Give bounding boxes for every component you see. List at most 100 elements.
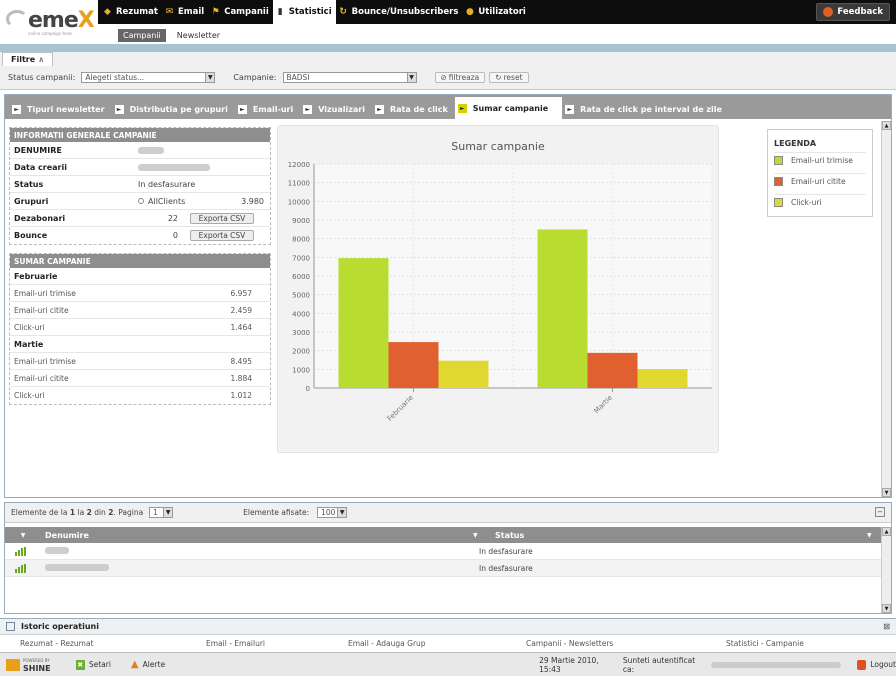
sub-nav: Campanii Newsletter bbox=[118, 29, 225, 42]
vertical-scrollbar[interactable]: ▲ ▼ bbox=[881, 121, 891, 497]
sort-icon[interactable]: ▼ bbox=[473, 532, 487, 539]
grid-header: ▼ Denumire ▼ Status ▼ bbox=[5, 527, 881, 543]
bar bbox=[438, 360, 489, 388]
alerts-link[interactable]: Alerte bbox=[143, 660, 165, 669]
info-row-data: Data crearii bbox=[10, 159, 270, 176]
page-select[interactable]: 1 ▼ bbox=[149, 507, 174, 518]
redacted-name bbox=[138, 146, 164, 154]
campaign-label: Campanie: bbox=[233, 73, 277, 82]
export-csv-button[interactable]: Exporta CSV bbox=[190, 230, 254, 241]
bar-chart-icon: ▮ bbox=[277, 7, 283, 17]
nav-statistici[interactable]: ▮ Statistici bbox=[272, 0, 336, 24]
tabs-bar: ► Tipuri newsletter ► Distributia pe grupu… bbox=[5, 95, 891, 119]
tab-rata-click-interval[interactable]: ► Rata de click pe interval de zile bbox=[562, 99, 729, 119]
summary-row: Email-uri trimise 6.957 bbox=[10, 285, 270, 302]
legend-item-clickuri[interactable]: Click-uri bbox=[774, 194, 866, 210]
scroll-up-icon[interactable]: ▲ bbox=[882, 527, 891, 536]
feedback-button[interactable]: Feedback bbox=[816, 3, 890, 21]
nav-rezumat[interactable]: ◆ Rezumat bbox=[100, 0, 162, 24]
warning-icon[interactable]: ▲ bbox=[131, 659, 139, 670]
y-tick-label: 12000 bbox=[288, 161, 310, 169]
page-size-select[interactable]: 100 ▼ bbox=[317, 507, 348, 518]
pager: Elemente de la 1 la 2 din 2. Pagina 1 ▼ E… bbox=[5, 503, 891, 523]
reset-icon: ↻ bbox=[495, 73, 502, 82]
y-tick-label: 3000 bbox=[292, 329, 310, 337]
logout-link[interactable]: Logout bbox=[870, 660, 896, 669]
campaign-select[interactable]: BADSI ▼ bbox=[282, 72, 417, 83]
header-divider bbox=[0, 44, 896, 52]
legend-swatch bbox=[774, 198, 783, 207]
collapse-icon[interactable]: − bbox=[875, 507, 885, 517]
month-label: Februarie bbox=[10, 268, 270, 285]
history-item[interactable]: Campanii - Newsletters bbox=[512, 639, 712, 648]
grid-scrollbar[interactable]: ▲ ▼ bbox=[881, 527, 891, 613]
summary-header: SUMAR CAMPANIE bbox=[10, 254, 270, 268]
shine-icon bbox=[6, 658, 20, 671]
info-row-grupuri: Grupuri AllClients 3.980 bbox=[10, 193, 270, 210]
history-icon bbox=[6, 622, 15, 631]
x-tick-label: Martie bbox=[593, 394, 614, 415]
legend-swatch bbox=[774, 156, 783, 165]
logo-text: emeX bbox=[28, 8, 95, 33]
tab-tipuri-newsletter[interactable]: ► Tipuri newsletter bbox=[9, 99, 112, 119]
info-row-bounce: Bounce 0 Exporta CSV bbox=[10, 227, 270, 244]
column-status[interactable]: Status bbox=[487, 531, 867, 540]
filter-tab[interactable]: Filtre ∧ bbox=[2, 52, 54, 66]
chevron-down-icon: ▼ bbox=[406, 73, 416, 82]
reset-button[interactable]: ↻ reset bbox=[489, 72, 529, 83]
scroll-down-icon[interactable]: ▼ bbox=[882, 604, 891, 613]
tab-rata-click[interactable]: ► Rata de click bbox=[372, 99, 455, 119]
history-item[interactable]: Statistici - Campanie bbox=[712, 639, 872, 648]
y-tick-label: 7000 bbox=[292, 254, 310, 262]
feedback-icon bbox=[823, 7, 834, 17]
logout-icon[interactable] bbox=[857, 659, 867, 670]
tab-vizualizari[interactable]: ► Vizualizari bbox=[300, 99, 372, 119]
scroll-up-icon[interactable]: ▲ bbox=[882, 121, 891, 130]
top-nav: ◆ Rezumat ✉ Email ⚑ Campanii ▮ Statistici ↻ B… bbox=[100, 0, 530, 24]
column-denumire[interactable]: Denumire bbox=[41, 531, 473, 540]
filter-button[interactable]: ⊘ filtreaza bbox=[434, 72, 486, 83]
tab-sumar-campanie[interactable]: ► Sumar campanie bbox=[454, 97, 563, 119]
nav-email[interactable]: ✉ Email bbox=[162, 0, 208, 24]
y-tick-label: 1000 bbox=[292, 366, 310, 374]
sort-icon[interactable]: ▼ bbox=[867, 532, 881, 539]
table-row[interactable]: In desfasurare bbox=[5, 543, 881, 560]
envelope-icon: ✉ bbox=[165, 7, 174, 17]
redacted-user bbox=[710, 661, 842, 668]
arrow-right-icon: ► bbox=[565, 104, 575, 114]
close-icon[interactable]: ⊠ bbox=[883, 622, 890, 631]
export-csv-button[interactable]: Exporta CSV bbox=[190, 212, 254, 224]
y-tick-label: 5000 bbox=[292, 292, 310, 300]
history-item[interactable]: Email - Emailuri bbox=[200, 639, 342, 648]
diamond-icon: ◆ bbox=[104, 7, 111, 17]
nav-utilizatori[interactable]: ● Utilizatori bbox=[462, 0, 529, 24]
tab-email-uri[interactable]: ► Email-uri bbox=[235, 99, 300, 119]
info-row-status: Status In desfasurare bbox=[10, 176, 270, 193]
legend-item-trimise[interactable]: Email-uri trimise bbox=[774, 152, 866, 168]
chevron-icon: ∧ bbox=[37, 55, 45, 64]
row-menu-icon[interactable]: ▼ bbox=[5, 532, 41, 539]
nav-campanii[interactable]: ⚑ Campanii bbox=[208, 0, 273, 24]
radio-icon[interactable] bbox=[138, 198, 144, 204]
bar bbox=[587, 352, 638, 388]
y-tick-label: 10000 bbox=[288, 198, 310, 206]
subnav-newsletter[interactable]: Newsletter bbox=[172, 29, 225, 42]
summary-row: Click-uri 1.464 bbox=[10, 319, 270, 336]
arrow-right-icon: ► bbox=[457, 103, 467, 113]
legend-item-citite[interactable]: Email-uri citite bbox=[774, 173, 866, 189]
status-label: Status campanii: bbox=[8, 73, 76, 82]
history-item[interactable]: Rezumat - Rezumat bbox=[0, 639, 200, 648]
settings-link[interactable]: Setari bbox=[89, 660, 111, 669]
summary-box: SUMAR CAMPANIE Februarie Email-uri trimi… bbox=[9, 253, 271, 405]
scroll-down-icon[interactable]: ▼ bbox=[882, 488, 891, 497]
summary-chart: Sumar campanie 0 1000 2000 3000 4000 5000 6000… bbox=[277, 125, 719, 453]
subnav-campanii[interactable]: Campanii bbox=[118, 29, 166, 42]
settings-icon[interactable]: ✖ bbox=[75, 659, 85, 670]
table-row[interactable]: In desfasurare bbox=[5, 560, 881, 577]
bar bbox=[338, 258, 389, 388]
tab-distributia-grupuri[interactable]: ► Distributia pe grupuri bbox=[112, 99, 235, 119]
nav-bounce[interactable]: ↻ Bounce/Unsubscribers bbox=[336, 0, 463, 24]
logo[interactable]: emeX online campaign tools bbox=[0, 0, 98, 44]
history-item[interactable]: Email - Adauga Grup bbox=[342, 639, 512, 648]
status-select[interactable]: Alegeti status... ▼ bbox=[81, 72, 216, 83]
